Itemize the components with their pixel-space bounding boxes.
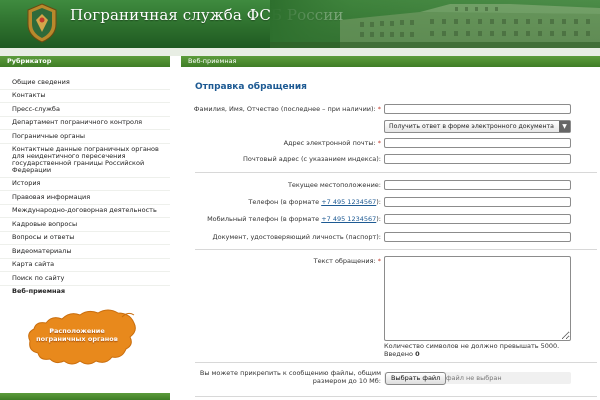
attach-label-line2: размером до 10 Мб: — [312, 377, 381, 385]
char-limit-text: Количество символов не должно превышать … — [384, 342, 560, 350]
mobile-label-pre: Мобильный телефон (в формате — [207, 215, 322, 223]
phone-input[interactable] — [384, 197, 571, 207]
section-divider — [195, 172, 597, 173]
fio-required-mark: * — [377, 105, 381, 113]
phone-label-post: ): — [376, 198, 381, 206]
email-input[interactable] — [384, 138, 571, 148]
entered-label: Введено — [384, 350, 414, 358]
file-status: файл не выбран — [446, 374, 502, 382]
fsb-emblem-icon — [27, 3, 57, 43]
message-required-mark: * — [377, 257, 381, 265]
sidebar-item-border-control-dept[interactable]: Департамент пограничного контроля — [0, 117, 170, 130]
mobile-input[interactable] — [384, 214, 571, 224]
sidebar-item-history[interactable]: История — [0, 178, 170, 191]
promo-line1: Расположение — [49, 327, 105, 335]
border-map-promo[interactable]: Расположение пограничных органов — [0, 297, 170, 387]
mobile-example-link[interactable]: +7 495 1234567 — [321, 215, 376, 223]
phone-label: Телефон (в формате +7 495 1234567): — [248, 198, 381, 206]
sidebar-item-faq[interactable]: Вопросы и ответы — [0, 232, 170, 245]
mobile-label-post: ): — [376, 215, 381, 223]
sidebar-item-border-agencies[interactable]: Пограничные органы — [0, 130, 170, 144]
message-label: Текст обращения: * — [314, 257, 381, 265]
phone-example-link[interactable]: +7 495 1234567 — [321, 198, 376, 206]
sidebar-item-press[interactable]: Пресс-служба — [0, 103, 170, 117]
promo-line2: пограничных органов — [36, 335, 118, 343]
document-label: Документ, удостоверяющий личность (паспо… — [212, 233, 381, 241]
section-divider-3 — [195, 362, 597, 363]
sidebar-heading: Рубрикатор — [0, 56, 170, 67]
document-input[interactable] — [384, 232, 571, 242]
attach-label: Вы можете прикрепить к сообщению файлы, … — [200, 369, 381, 385]
entered-counter: Введено 0 — [384, 350, 559, 358]
sidebar-item-international[interactable]: Международно-договорная деятельность — [0, 205, 170, 218]
sidebar: Рубрикатор Общие сведения Контакты Пресс… — [0, 56, 170, 400]
location-label: Текущее местоположение: — [287, 181, 381, 189]
phone-label-pre: Телефон (в формате — [248, 198, 322, 206]
message-label-text: Текст обращения: — [313, 257, 376, 265]
sidebar-item-border-contacts[interactable]: Контактные данные пограничных органов дл… — [0, 144, 170, 178]
sidebar-footer-bar — [0, 393, 170, 400]
email-label-text: Адрес электронной почты: — [283, 139, 376, 147]
sidebar-item-video[interactable]: Видеоматериалы — [0, 245, 170, 259]
mobile-label: Мобильный телефон (в формате +7 495 1234… — [207, 215, 381, 223]
fio-label: Фамилия, Имя, Отчество (последнее – при … — [194, 105, 381, 113]
reply-format-select[interactable]: Получить ответ в форме электронного доку… — [384, 120, 571, 133]
site-header: Пограничная служба ФСБ России — [0, 0, 600, 48]
email-required-mark: * — [377, 139, 381, 147]
sidebar-item-general[interactable]: Общие сведения — [0, 76, 170, 90]
sidebar-item-legal[interactable]: Правовая информация — [0, 191, 170, 205]
sidebar-item-search[interactable]: Поиск по сайту — [0, 272, 170, 286]
location-input[interactable] — [384, 180, 571, 190]
fio-input[interactable] — [384, 104, 571, 114]
header-building-image — [270, 0, 600, 48]
sidebar-menu: Общие сведения Контакты Пресс-служба Деп… — [0, 67, 170, 299]
sidebar-item-sitemap[interactable]: Карта сайта — [0, 259, 170, 272]
attach-label-line1: Вы можете прикрепить к сообщению файлы, … — [199, 369, 381, 377]
postal-input[interactable] — [384, 154, 571, 164]
postal-label: Почтовый адрес (с указанием индекса): — [243, 155, 381, 163]
header-gap — [0, 48, 600, 56]
main-content: Веб-приемная Отправка обращения Фамилия,… — [181, 56, 600, 400]
sidebar-item-hr[interactable]: Кадровые вопросы — [0, 218, 170, 232]
sidebar-item-contacts[interactable]: Контакты — [0, 90, 170, 103]
message-textarea[interactable] — [384, 256, 571, 341]
section-divider-2 — [195, 249, 597, 250]
section-divider-4 — [195, 396, 597, 397]
email-label: Адрес электронной почты: * — [284, 139, 381, 147]
fio-label-text: Фамилия, Имя, Отчество (последнее – при … — [193, 105, 376, 113]
page-title: Отправка обращения — [195, 82, 307, 92]
file-input: Выбрать файл файл не выбран — [384, 372, 571, 385]
char-limit-note: Количество символов не должно превышать … — [384, 342, 559, 358]
main-heading: Веб-приемная — [181, 56, 600, 67]
promo-text: Расположение пограничных органов — [36, 327, 118, 343]
reply-format-value: Получить ответ в форме электронного доку… — [389, 123, 554, 130]
dropdown-arrow-icon: ▼ — [559, 121, 570, 132]
choose-file-button[interactable]: Выбрать файл — [385, 372, 447, 385]
entered-count: 0 — [415, 350, 420, 358]
